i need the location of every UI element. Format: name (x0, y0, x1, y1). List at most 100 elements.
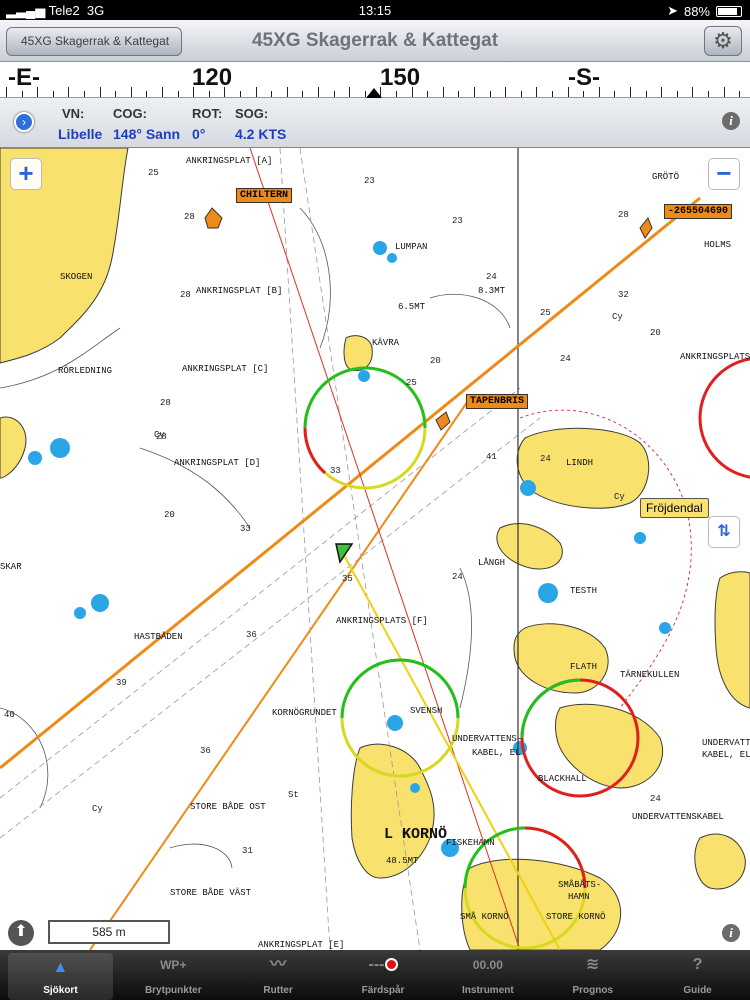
vessel-info-bar: › VN: COG: ROT: SOG: Libelle 148° Sann 0… (0, 98, 750, 148)
center-location-icon[interactable]: ⬆ (8, 920, 34, 946)
compass-tick (318, 87, 319, 97)
chart-place-label: SKOGEN (60, 272, 93, 282)
chart-place-label: BLACKHALL (538, 774, 587, 784)
depth-sounding: Cy (92, 804, 103, 814)
navigation-bar: 45XG Skagerrak & Kattegat 45XG Skagerrak… (0, 20, 750, 62)
chart-place-label: ANKRINGSPLATS [F] (336, 616, 428, 626)
tab-prognos[interactable]: ≋ Prognos (540, 950, 645, 1000)
chart-triangle-icon: ▲ (52, 959, 69, 976)
depth-sounding: 33 (240, 524, 251, 534)
compass-tick (224, 87, 226, 97)
compass-tick (302, 91, 304, 97)
layer-switch-button[interactable]: ⇅ (708, 516, 740, 548)
chart-place-label: FISKEHAMN (446, 838, 495, 848)
compass-tick (411, 87, 413, 97)
depth-sounding: 24 (650, 794, 661, 804)
depth-sounding: 24 (486, 272, 497, 282)
ais-tag-tapenbris[interactable]: TAPENBRIS (466, 394, 529, 409)
compass-tick (162, 87, 163, 97)
depth-sounding: 36 (200, 746, 211, 756)
depth-sounding: 33 (330, 466, 341, 476)
compass-tick (661, 87, 663, 97)
store-kornoe-island (461, 858, 622, 950)
compass-tick (255, 87, 257, 97)
compass-strip: -E- 120 150 -S- (0, 62, 750, 98)
chart-place-label: LUMPAN (395, 242, 428, 252)
compass-tick (645, 91, 647, 97)
kavra-island (343, 335, 373, 372)
compass-tick (6, 87, 7, 97)
tab-instrument[interactable]: 00.00 Instrument (435, 950, 540, 1000)
tab-guide[interactable]: ? Guide (645, 950, 750, 1000)
depth-sounding: 25 (406, 378, 417, 388)
route-icon: 〰 (270, 956, 287, 973)
depth-sounding: Cy (614, 492, 625, 502)
guide-question-icon: ? (692, 956, 703, 973)
nautical-chart[interactable]: ANKRINGSPLAT [A] SKOGEN ANKRINGSPLAT [B] RÖ… (0, 148, 750, 950)
rot-header: ROT: (192, 106, 223, 121)
depth-sounding: 28 (180, 290, 191, 300)
tab-fardspar[interactable]: ‐‐‐ Färdspår (331, 950, 436, 1000)
compass-tick (536, 87, 538, 97)
poi-tag-frojdendal[interactable]: Fröjdendal (640, 498, 709, 518)
tab-sjokort[interactable]: ▲ Sjökort (8, 953, 113, 1000)
compass-tick (177, 91, 179, 97)
settings-gear-icon[interactable]: ⚙ (704, 26, 742, 56)
tab-brytpunkter[interactable]: WP+ Brytpunkter (121, 950, 226, 1000)
heading-pointer-icon (366, 88, 382, 98)
chart-place-label: LÅNGH (478, 558, 506, 568)
depth-sounding: 32 (618, 290, 629, 300)
own-vessel-icon (335, 543, 354, 564)
compass-tick (37, 87, 39, 97)
compass-tick (708, 91, 709, 97)
depth-sounding: 25 (540, 308, 551, 318)
chart-place-label: ANKRINGSPLAT [A] (186, 156, 273, 166)
land-east-small (694, 833, 746, 890)
waypoint-add-icon: WP+ (160, 958, 187, 972)
depth-sounding: 28 (160, 398, 171, 408)
chart-place-label: STORE BÅDE VÄST (170, 888, 252, 898)
compass-label-150: 150 (380, 64, 421, 91)
chart-place-label: UNDERVATTENS- (702, 738, 750, 748)
depth-sounding: 25 (148, 168, 159, 178)
chart-place-label: STORE BÅDE OST (190, 802, 266, 812)
depth-sounding: 40 (4, 710, 15, 720)
compass-tick (21, 91, 23, 97)
chart-place-label: SMÅBÅTS- (558, 880, 602, 890)
vn-value: Libelle (58, 126, 103, 142)
map-info-icon[interactable]: i (722, 924, 740, 942)
chart-place-label: SKAR (0, 562, 22, 572)
chart-place-label: ANKRINGSPLAT [B] (196, 286, 283, 296)
compass-tick (146, 91, 148, 97)
depth-sounding: 20 (650, 328, 661, 338)
depth-sounding: 31 (242, 846, 253, 856)
land-west-small (0, 416, 27, 479)
depth-sounding: 28 (618, 210, 629, 220)
tab-rutter[interactable]: 〰 Rutter (226, 950, 331, 1000)
depth-sounding: 41 (486, 452, 497, 462)
compass-label-south: -S- (568, 64, 600, 91)
ais-tag-mmsi[interactable]: -265504690 (664, 204, 733, 219)
chart-place-label: KABEL, EL (702, 750, 750, 760)
zoom-out-button[interactable]: − (708, 158, 740, 190)
compass-tick (84, 91, 85, 97)
compass-tick (552, 91, 553, 97)
compass-tick (520, 91, 522, 97)
chart-place-label: RÖRLEDNING (58, 366, 113, 376)
info-icon[interactable]: i (722, 112, 740, 130)
compass-tick (598, 87, 600, 97)
langh-island (496, 523, 563, 570)
compass-tick (692, 87, 694, 97)
ais-tag-chiltern[interactable]: CHILTERN (236, 188, 293, 203)
zoom-in-button[interactable]: + (10, 158, 42, 190)
rot-value: 0° (192, 126, 206, 142)
chart-place-label: GRÖTÖ (652, 172, 680, 182)
compass-tick (115, 91, 117, 97)
compass-tick (349, 87, 351, 97)
depth-sounding: 20 (164, 510, 175, 520)
compass-tick (474, 87, 475, 97)
depth-sounding: 24 (540, 454, 551, 464)
expand-info-icon[interactable]: › (14, 112, 34, 132)
chart-place-label: FLATH (570, 662, 598, 672)
chart-place-label: SVENSH (410, 706, 443, 716)
